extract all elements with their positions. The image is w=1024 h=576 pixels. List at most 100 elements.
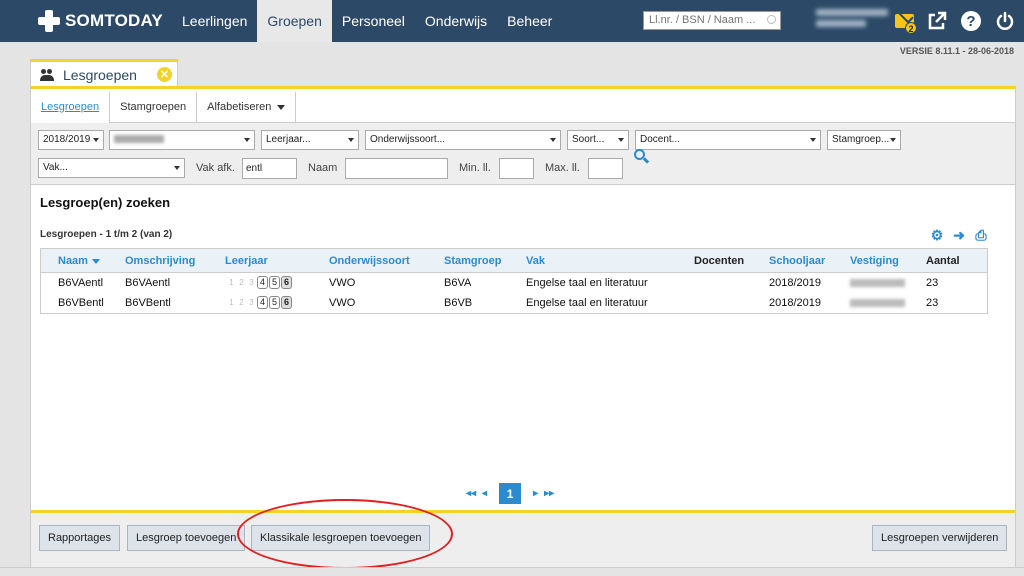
- cell-naam[interactable]: B6VAentl: [58, 277, 103, 289]
- nav-item-beheer[interactable]: Beheer: [497, 0, 562, 42]
- leerjaar-4: 4: [257, 296, 268, 309]
- bottom-strip: [0, 567, 1024, 576]
- nav-item-leerlingen[interactable]: Leerlingen: [172, 0, 257, 42]
- onderwijssoort-select[interactable]: Onderwijssoort...: [365, 130, 561, 150]
- settings-icon[interactable]: ⚙: [929, 228, 945, 242]
- col-stamgroep[interactable]: Stamgroep: [444, 255, 501, 267]
- table-row[interactable]: B6VBentl B6VBentl 1 2 3 4 5 6 VWO B6VB E…: [41, 293, 987, 313]
- leerjaar-5: 5: [269, 296, 280, 309]
- col-leerjaar[interactable]: Leerjaar: [225, 255, 268, 267]
- user-name-blurred[interactable]: [816, 9, 888, 33]
- cell-leerjaar: 1 2 3 4 5 6: [227, 296, 292, 309]
- table-actions: ⚙ ➜ ⎙: [929, 228, 989, 242]
- footer-actions: Rapportages Lesgroep toevoegen Klassikal…: [31, 510, 1015, 570]
- stamgroep-select[interactable]: Stamgroep...: [827, 130, 901, 150]
- lesgroepen-panel: Lesgroepen Stamgroepen Alfabetiseren 201…: [30, 86, 1016, 570]
- soort-select[interactable]: Soort...: [567, 130, 629, 150]
- schoolyear-select[interactable]: 2018/2019: [38, 130, 104, 150]
- logo-cross-icon: [38, 10, 60, 32]
- lesgroep-toevoegen-button[interactable]: Lesgroep toevoegen: [127, 525, 246, 551]
- search-icon[interactable]: [767, 15, 776, 24]
- col-naam[interactable]: Naam: [58, 255, 100, 267]
- onderwijssoort-value: Onderwijssoort...: [370, 134, 446, 145]
- search-icon[interactable]: [634, 149, 650, 165]
- messages-button[interactable]: 2: [893, 10, 917, 34]
- section-title: Lesgroep(en) zoeken: [40, 195, 171, 210]
- messages-count-badge: 2: [905, 22, 917, 34]
- first-page-button[interactable]: ◂◂: [466, 488, 476, 499]
- max-ll-input[interactable]: [588, 158, 623, 179]
- cell-stamgroep: B6VB: [444, 297, 473, 309]
- leerjaar-value: Leerjaar...: [266, 134, 311, 145]
- subtab-alfabetiseren[interactable]: Alfabetiseren: [197, 91, 297, 123]
- col-onderwijssoort[interactable]: Onderwijssoort: [329, 255, 410, 267]
- main-nav: Leerlingen Groepen Personeel Onderwijs B…: [172, 0, 562, 42]
- vak-select[interactable]: Vak...: [38, 158, 185, 178]
- cell-aantal: 23: [926, 297, 939, 309]
- prev-page-button[interactable]: ◂: [482, 488, 487, 499]
- cell-vestiging-blurred: [850, 279, 905, 287]
- docent-select[interactable]: Docent...: [635, 130, 821, 150]
- pagination: ◂◂ ◂ 1 ▸ ▸▸: [466, 483, 554, 504]
- leerjaar-1: 1: [229, 298, 234, 307]
- min-ll-input[interactable]: [499, 158, 534, 179]
- naam-input[interactable]: [345, 158, 448, 179]
- leerjaar-select[interactable]: Leerjaar...: [261, 130, 359, 150]
- version-label: VERSIE 8.11.1 - 28-06-2018: [899, 46, 1014, 56]
- global-search-input[interactable]: [649, 14, 761, 26]
- filter-bar: 2018/2019 Leerjaar... Onderwijssoort... …: [31, 123, 1015, 185]
- docent-value: Docent...: [640, 134, 681, 145]
- brand-name: SOMTODAY: [65, 11, 163, 30]
- question-mark-icon: ?: [961, 11, 981, 31]
- cell-stamgroep: B6VA: [444, 277, 472, 289]
- export-icon[interactable]: ➜: [951, 228, 967, 242]
- sort-desc-icon: [91, 258, 100, 264]
- current-page[interactable]: 1: [499, 483, 522, 504]
- col-omschrijving[interactable]: Omschrijving: [125, 255, 195, 267]
- col-vak[interactable]: Vak: [526, 255, 545, 267]
- leerjaar-1: 1: [229, 278, 234, 287]
- lesgroepen-table: Naam Omschrijving Leerjaar Onderwijssoor…: [40, 248, 988, 314]
- stamgroep-value: Stamgroep...: [832, 134, 890, 145]
- next-page-button[interactable]: ▸: [533, 488, 538, 499]
- somtoday-logo[interactable]: SOMTODAY: [38, 9, 163, 33]
- vestiging-value-blurred: [114, 135, 164, 144]
- leerjaar-2: 2: [239, 298, 244, 307]
- cell-naam[interactable]: B6VBentl: [58, 297, 104, 309]
- leerjaar-current: 6: [281, 276, 292, 289]
- subtab-stamgroepen[interactable]: Stamgroepen: [110, 91, 198, 123]
- chevron-down-icon: [277, 104, 286, 110]
- cell-onderwijssoort: VWO: [329, 297, 356, 309]
- cell-schooljaar: 2018/2019: [769, 297, 821, 309]
- logout-button[interactable]: [994, 10, 1016, 32]
- leerjaar-3: 3: [249, 298, 254, 307]
- subtab-lesgroepen[interactable]: Lesgroepen: [31, 91, 111, 123]
- nav-item-groepen[interactable]: Groepen: [257, 0, 332, 42]
- col-schooljaar[interactable]: Schooljaar: [769, 255, 825, 267]
- group-icon: [40, 68, 54, 81]
- close-tab-icon[interactable]: ✕: [156, 67, 172, 82]
- col-naam-label: Naam: [58, 255, 88, 267]
- result-count: Lesgroepen - 1 t/m 2 (van 2): [40, 229, 173, 240]
- tab-lesgroepen[interactable]: Lesgroepen ✕: [30, 59, 178, 87]
- lesgroepen-verwijderen-button[interactable]: Lesgroepen verwijderen: [872, 525, 1008, 551]
- soort-value: Soort...: [572, 134, 605, 145]
- print-icon[interactable]: ⎙: [973, 228, 989, 242]
- vak-afk-label: Vak afk.: [196, 162, 235, 174]
- help-button[interactable]: ?: [960, 10, 982, 32]
- rapportages-button[interactable]: Rapportages: [39, 525, 120, 551]
- last-page-button[interactable]: ▸▸: [544, 488, 554, 499]
- max-ll-label: Max. ll.: [545, 162, 580, 174]
- col-aantal: Aantal: [926, 255, 960, 267]
- cell-vak: Engelse taal en literatuur: [526, 277, 648, 289]
- table-row[interactable]: B6VAentl B6VAentl 1 2 3 4 5 6 VWO B6VA E…: [41, 273, 987, 293]
- nav-item-personeel[interactable]: Personeel: [332, 0, 415, 42]
- vak-afk-input[interactable]: entl: [242, 158, 297, 179]
- col-vestiging[interactable]: Vestiging: [850, 255, 899, 267]
- cell-onderwijssoort: VWO: [329, 277, 356, 289]
- global-search[interactable]: [643, 11, 781, 30]
- vak-value: Vak...: [43, 162, 68, 173]
- vestiging-select[interactable]: [109, 130, 255, 150]
- external-link-icon[interactable]: [926, 10, 948, 32]
- nav-item-onderwijs[interactable]: Onderwijs: [415, 0, 497, 42]
